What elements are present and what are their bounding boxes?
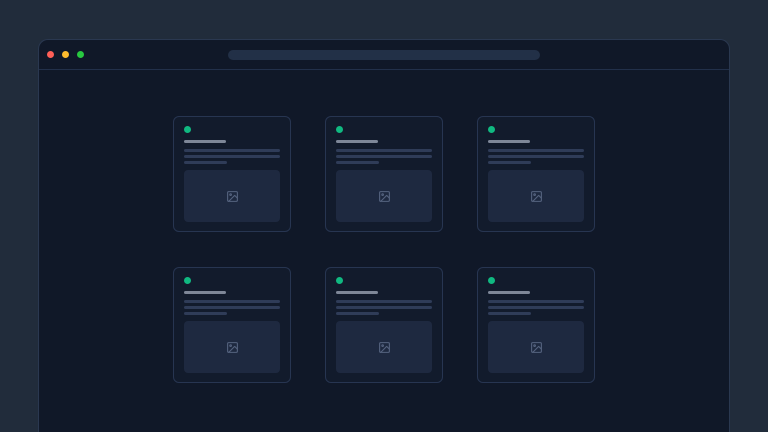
skeleton-title [184, 140, 226, 143]
skeleton-line [336, 300, 432, 303]
image-placeholder [336, 170, 432, 222]
card[interactable] [173, 116, 291, 232]
skeleton-line [184, 149, 280, 152]
image-placeholder [336, 321, 432, 373]
status-dot [488, 277, 495, 284]
skeleton-title [336, 140, 378, 143]
skeleton-line [488, 149, 584, 152]
skeleton-line [488, 300, 584, 303]
window-content [39, 70, 729, 383]
status-dot [184, 277, 191, 284]
skeleton-title [488, 291, 530, 294]
card[interactable] [325, 267, 443, 383]
skeleton-line [184, 306, 280, 309]
zoom-button[interactable] [77, 51, 84, 58]
skeleton-line-short [488, 312, 531, 315]
image-placeholder [488, 321, 584, 373]
skeleton-line-short [184, 312, 227, 315]
traffic-lights [47, 51, 84, 58]
status-dot [184, 126, 191, 133]
image-placeholder [184, 170, 280, 222]
card[interactable] [173, 267, 291, 383]
skeleton-line-short [336, 312, 379, 315]
skeleton-line [488, 155, 584, 158]
minimize-button[interactable] [62, 51, 69, 58]
url-bar[interactable] [228, 50, 540, 60]
card[interactable] [477, 116, 595, 232]
skeleton-line [488, 306, 584, 309]
skeleton-line [336, 155, 432, 158]
skeleton-title [336, 291, 378, 294]
skeleton-line-short [336, 161, 379, 164]
skeleton-line [184, 155, 280, 158]
desktop-background [0, 0, 768, 432]
image-icon [226, 341, 239, 354]
skeleton-line [336, 149, 432, 152]
skeleton-line-short [184, 161, 227, 164]
card[interactable] [325, 116, 443, 232]
skeleton-line-short [488, 161, 531, 164]
status-dot [336, 277, 343, 284]
skeleton-title [184, 291, 226, 294]
image-icon [378, 341, 391, 354]
skeleton-title [488, 140, 530, 143]
browser-window [38, 39, 730, 432]
status-dot [488, 126, 495, 133]
skeleton-line [336, 306, 432, 309]
status-dot [336, 126, 343, 133]
close-button[interactable] [47, 51, 54, 58]
image-placeholder [488, 170, 584, 222]
image-icon [530, 341, 543, 354]
skeleton-line [184, 300, 280, 303]
image-placeholder [184, 321, 280, 373]
image-icon [226, 190, 239, 203]
card[interactable] [477, 267, 595, 383]
image-icon [378, 190, 391, 203]
image-icon [530, 190, 543, 203]
card-grid [39, 116, 729, 383]
titlebar[interactable] [39, 40, 729, 70]
